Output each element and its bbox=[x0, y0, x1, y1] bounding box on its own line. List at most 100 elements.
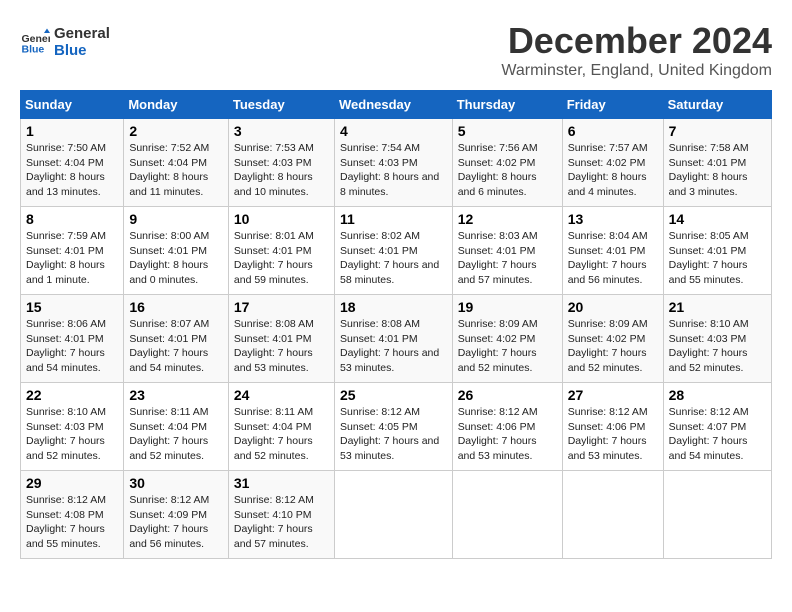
logo-icon: General Blue bbox=[20, 27, 50, 57]
table-row: 4 Sunrise: 7:54 AMSunset: 4:03 PMDayligh… bbox=[334, 119, 452, 207]
day-number: 21 bbox=[669, 299, 766, 315]
day-info: Sunrise: 8:02 AMSunset: 4:01 PMDaylight:… bbox=[340, 230, 439, 286]
table-row: 28 Sunrise: 8:12 AMSunset: 4:07 PMDaylig… bbox=[663, 383, 771, 471]
day-info: Sunrise: 8:12 AMSunset: 4:05 PMDaylight:… bbox=[340, 406, 439, 462]
table-row: 11 Sunrise: 8:02 AMSunset: 4:01 PMDaylig… bbox=[334, 207, 452, 295]
table-row: 30 Sunrise: 8:12 AMSunset: 4:09 PMDaylig… bbox=[124, 471, 229, 559]
day-number: 11 bbox=[340, 211, 447, 227]
day-number: 25 bbox=[340, 387, 447, 403]
day-number: 7 bbox=[669, 123, 766, 139]
table-row: 15 Sunrise: 8:06 AMSunset: 4:01 PMDaylig… bbox=[21, 295, 124, 383]
day-info: Sunrise: 8:08 AMSunset: 4:01 PMDaylight:… bbox=[340, 318, 439, 374]
table-row: 17 Sunrise: 8:08 AMSunset: 4:01 PMDaylig… bbox=[228, 295, 334, 383]
day-info: Sunrise: 8:07 AMSunset: 4:01 PMDaylight:… bbox=[129, 318, 209, 374]
day-info: Sunrise: 7:53 AMSunset: 4:03 PMDaylight:… bbox=[234, 142, 314, 198]
day-number: 17 bbox=[234, 299, 329, 315]
day-info: Sunrise: 7:52 AMSunset: 4:04 PMDaylight:… bbox=[129, 142, 209, 198]
table-row: 24 Sunrise: 8:11 AMSunset: 4:04 PMDaylig… bbox=[228, 383, 334, 471]
table-row: 23 Sunrise: 8:11 AMSunset: 4:04 PMDaylig… bbox=[124, 383, 229, 471]
day-number: 27 bbox=[568, 387, 658, 403]
col-wednesday: Wednesday bbox=[334, 91, 452, 119]
table-row bbox=[452, 471, 562, 559]
table-row: 10 Sunrise: 8:01 AMSunset: 4:01 PMDaylig… bbox=[228, 207, 334, 295]
calendar-table: Sunday Monday Tuesday Wednesday Thursday… bbox=[20, 90, 772, 559]
table-row bbox=[663, 471, 771, 559]
table-row: 14 Sunrise: 8:05 AMSunset: 4:01 PMDaylig… bbox=[663, 207, 771, 295]
day-info: Sunrise: 7:57 AMSunset: 4:02 PMDaylight:… bbox=[568, 142, 648, 198]
table-row: 12 Sunrise: 8:03 AMSunset: 4:01 PMDaylig… bbox=[452, 207, 562, 295]
table-row: 26 Sunrise: 8:12 AMSunset: 4:06 PMDaylig… bbox=[452, 383, 562, 471]
table-row: 25 Sunrise: 8:12 AMSunset: 4:05 PMDaylig… bbox=[334, 383, 452, 471]
table-row: 2 Sunrise: 7:52 AMSunset: 4:04 PMDayligh… bbox=[124, 119, 229, 207]
day-number: 9 bbox=[129, 211, 223, 227]
calendar-week-row: 22 Sunrise: 8:10 AMSunset: 4:03 PMDaylig… bbox=[21, 383, 772, 471]
day-number: 6 bbox=[568, 123, 658, 139]
table-row: 5 Sunrise: 7:56 AMSunset: 4:02 PMDayligh… bbox=[452, 119, 562, 207]
table-row: 18 Sunrise: 8:08 AMSunset: 4:01 PMDaylig… bbox=[334, 295, 452, 383]
svg-text:Blue: Blue bbox=[22, 44, 45, 56]
day-info: Sunrise: 8:08 AMSunset: 4:01 PMDaylight:… bbox=[234, 318, 314, 374]
col-saturday: Saturday bbox=[663, 91, 771, 119]
logo: General Blue General Blue bbox=[20, 25, 110, 59]
day-info: Sunrise: 8:10 AMSunset: 4:03 PMDaylight:… bbox=[26, 406, 106, 462]
day-number: 19 bbox=[458, 299, 557, 315]
day-number: 26 bbox=[458, 387, 557, 403]
day-info: Sunrise: 7:56 AMSunset: 4:02 PMDaylight:… bbox=[458, 142, 538, 198]
day-info: Sunrise: 7:54 AMSunset: 4:03 PMDaylight:… bbox=[340, 142, 439, 198]
page-title: December 2024 bbox=[501, 20, 772, 62]
header-row: Sunday Monday Tuesday Wednesday Thursday… bbox=[21, 91, 772, 119]
day-number: 14 bbox=[669, 211, 766, 227]
day-info: Sunrise: 8:06 AMSunset: 4:01 PMDaylight:… bbox=[26, 318, 106, 374]
col-tuesday: Tuesday bbox=[228, 91, 334, 119]
day-number: 16 bbox=[129, 299, 223, 315]
day-number: 12 bbox=[458, 211, 557, 227]
day-number: 31 bbox=[234, 475, 329, 491]
day-number: 22 bbox=[26, 387, 118, 403]
day-number: 15 bbox=[26, 299, 118, 315]
day-info: Sunrise: 8:12 AMSunset: 4:10 PMDaylight:… bbox=[234, 494, 314, 550]
day-info: Sunrise: 8:09 AMSunset: 4:02 PMDaylight:… bbox=[458, 318, 538, 374]
day-info: Sunrise: 8:00 AMSunset: 4:01 PMDaylight:… bbox=[129, 230, 209, 286]
table-row: 1 Sunrise: 7:50 AMSunset: 4:04 PMDayligh… bbox=[21, 119, 124, 207]
table-row: 7 Sunrise: 7:58 AMSunset: 4:01 PMDayligh… bbox=[663, 119, 771, 207]
day-number: 23 bbox=[129, 387, 223, 403]
col-thursday: Thursday bbox=[452, 91, 562, 119]
day-number: 5 bbox=[458, 123, 557, 139]
day-number: 28 bbox=[669, 387, 766, 403]
day-info: Sunrise: 8:04 AMSunset: 4:01 PMDaylight:… bbox=[568, 230, 648, 286]
table-row bbox=[334, 471, 452, 559]
day-info: Sunrise: 8:11 AMSunset: 4:04 PMDaylight:… bbox=[129, 406, 208, 462]
day-number: 4 bbox=[340, 123, 447, 139]
day-number: 10 bbox=[234, 211, 329, 227]
day-number: 18 bbox=[340, 299, 447, 315]
day-info: Sunrise: 8:05 AMSunset: 4:01 PMDaylight:… bbox=[669, 230, 749, 286]
day-number: 13 bbox=[568, 211, 658, 227]
day-number: 2 bbox=[129, 123, 223, 139]
col-friday: Friday bbox=[562, 91, 663, 119]
table-row: 9 Sunrise: 8:00 AMSunset: 4:01 PMDayligh… bbox=[124, 207, 229, 295]
col-sunday: Sunday bbox=[21, 91, 124, 119]
table-row: 21 Sunrise: 8:10 AMSunset: 4:03 PMDaylig… bbox=[663, 295, 771, 383]
day-info: Sunrise: 8:12 AMSunset: 4:09 PMDaylight:… bbox=[129, 494, 209, 550]
day-info: Sunrise: 8:09 AMSunset: 4:02 PMDaylight:… bbox=[568, 318, 648, 374]
title-section: December 2024 Warminster, England, Unite… bbox=[501, 20, 772, 80]
calendar-week-row: 1 Sunrise: 7:50 AMSunset: 4:04 PMDayligh… bbox=[21, 119, 772, 207]
col-monday: Monday bbox=[124, 91, 229, 119]
day-info: Sunrise: 8:03 AMSunset: 4:01 PMDaylight:… bbox=[458, 230, 538, 286]
day-number: 8 bbox=[26, 211, 118, 227]
day-number: 20 bbox=[568, 299, 658, 315]
table-row: 8 Sunrise: 7:59 AMSunset: 4:01 PMDayligh… bbox=[21, 207, 124, 295]
header: General Blue General Blue December 2024 … bbox=[20, 20, 772, 80]
table-row: 3 Sunrise: 7:53 AMSunset: 4:03 PMDayligh… bbox=[228, 119, 334, 207]
day-info: Sunrise: 7:50 AMSunset: 4:04 PMDaylight:… bbox=[26, 142, 106, 198]
table-row: 22 Sunrise: 8:10 AMSunset: 4:03 PMDaylig… bbox=[21, 383, 124, 471]
calendar-week-row: 8 Sunrise: 7:59 AMSunset: 4:01 PMDayligh… bbox=[21, 207, 772, 295]
day-info: Sunrise: 8:12 AMSunset: 4:06 PMDaylight:… bbox=[458, 406, 538, 462]
table-row bbox=[562, 471, 663, 559]
day-number: 3 bbox=[234, 123, 329, 139]
table-row: 6 Sunrise: 7:57 AMSunset: 4:02 PMDayligh… bbox=[562, 119, 663, 207]
day-info: Sunrise: 7:59 AMSunset: 4:01 PMDaylight:… bbox=[26, 230, 106, 286]
table-row: 29 Sunrise: 8:12 AMSunset: 4:08 PMDaylig… bbox=[21, 471, 124, 559]
calendar-week-row: 29 Sunrise: 8:12 AMSunset: 4:08 PMDaylig… bbox=[21, 471, 772, 559]
day-info: Sunrise: 7:58 AMSunset: 4:01 PMDaylight:… bbox=[669, 142, 749, 198]
